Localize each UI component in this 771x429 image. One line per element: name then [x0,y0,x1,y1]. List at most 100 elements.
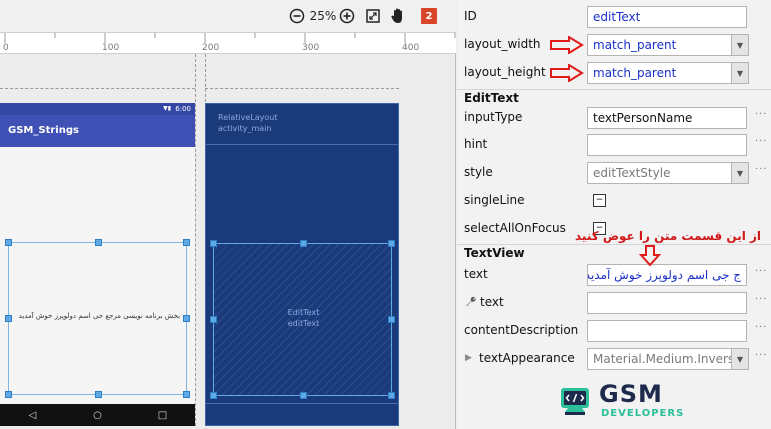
prop-label: inputType [464,110,523,124]
resize-handle[interactable] [183,239,190,246]
expand-arrow-icon[interactable]: ▶ [465,353,472,363]
resize-handle[interactable] [210,392,217,399]
chevron-down-icon[interactable]: ▼ [732,62,749,84]
layout-editor: 25% 2 0 100 200 300 400 ▼▮ 6:00 GSM_Stri… [0,0,771,429]
home-icon[interactable]: ○ [83,410,113,421]
prop-layout-width-row: layout_width match_parent ▼ [457,31,771,59]
pan-button[interactable] [389,7,407,25]
zoom-out-button[interactable] [288,7,306,25]
blueprint-divider [206,144,398,145]
prop-text-row: text ج جی اسم دولوپرز خوش آمدید ··· [457,261,771,289]
ruler-tick-label: 0 [3,43,9,53]
tools-text-field[interactable] [587,292,747,314]
logo-brand: GSM [599,380,663,408]
more-icon[interactable]: ··· [755,136,768,147]
red-arrow-icon [550,36,584,54]
status-time: 6:00 [175,105,191,113]
prop-id-row: ID editText [457,3,771,31]
more-icon[interactable]: ··· [755,266,768,277]
guide-line [0,88,195,89]
wifi-battery-icon: ▼▮ [163,105,171,112]
fit-screen-button[interactable] [364,7,382,25]
more-icon[interactable]: ··· [755,109,768,120]
style-select[interactable]: editTextStyle [587,162,732,184]
prop-contentdescription-row: contentDescription ··· [457,317,771,345]
resize-handle[interactable] [5,391,12,398]
prop-label: layout_width [464,37,541,51]
layout-id: activity_main [218,124,272,133]
prop-label: textAppearance [479,351,575,365]
resize-handle[interactable] [95,391,102,398]
prop-tools-text-row: text ··· [457,289,771,317]
resize-handle[interactable] [5,315,12,322]
blueprint-preview[interactable]: RelativeLayout activity_main EditText ed… [205,103,399,426]
prop-label: hint [464,137,488,151]
more-icon[interactable]: ··· [755,294,768,305]
resize-handle[interactable] [183,391,190,398]
ruler-tick-label: 400 [402,43,420,53]
device-preview[interactable]: ▼▮ 6:00 GSM_Strings به بخش برنامه نویسی … [0,103,195,426]
id-field[interactable]: editText [587,6,747,28]
wrench-icon [466,296,476,306]
divider [457,89,771,90]
fit-screen-icon [366,9,380,23]
prop-label: layout_height [464,65,546,79]
blueprint-widget-label: EditText editText [214,307,393,329]
prop-layout-height-row: layout_height match_parent ▼ [457,59,771,87]
resize-handle[interactable] [300,392,307,399]
chevron-down-icon[interactable]: ▼ [732,34,749,56]
chevron-down-icon[interactable]: ▼ [732,348,749,370]
prop-label: text [480,295,504,309]
status-bar: ▼▮ 6:00 [0,103,195,115]
resize-handle[interactable] [5,239,12,246]
resize-handle[interactable] [210,316,217,323]
design-surface: 25% 2 0 100 200 300 400 ▼▮ 6:00 GSM_Stri… [0,0,456,429]
widget-type: EditText [287,308,320,317]
prop-label: contentDescription [464,323,579,337]
resize-handle[interactable] [210,240,217,247]
back-icon[interactable]: ◁ [18,410,48,421]
hint-field[interactable] [587,134,747,156]
resize-handle[interactable] [300,240,307,247]
annotation-text: از این قسمت متن را عوض کنید [575,229,762,243]
gsm-developers-logo: GSM DEVELOPERS [557,378,687,424]
prop-style-row: style editTextStyle ▼ ··· [457,159,771,187]
logo-subtitle: DEVELOPERS [601,408,685,419]
prop-textappearance-row: ▶ textAppearance Material.Medium.Inverse… [457,345,771,373]
horizontal-ruler: 0 100 200 300 400 [0,32,456,54]
layout-height-select[interactable]: match_parent [587,62,732,84]
zoom-in-button[interactable] [338,7,356,25]
more-icon[interactable]: ··· [755,164,768,175]
textappearance-select[interactable]: Material.Medium.Inverse [587,348,732,370]
prop-label: style [464,165,493,179]
more-icon[interactable]: ··· [755,350,768,361]
plus-circle-icon [339,8,355,24]
more-icon[interactable]: ··· [755,322,768,333]
layout-type: RelativeLayout [218,113,278,122]
text-field[interactable]: ج جی اسم دولوپرز خوش آمدید [587,264,747,286]
blueprint-edittext[interactable]: EditText editText [210,240,395,399]
blueprint-root-layout: RelativeLayout activity_main [218,112,277,134]
ruler-tick-label: 100 [102,43,120,53]
recents-icon[interactable]: □ [148,410,178,421]
resize-handle[interactable] [388,316,395,323]
edittext-selection[interactable]: به بخش برنامه نویسی مرجع جی اسم دولوپرز … [5,239,190,398]
singleline-checkbox[interactable]: − [593,194,606,207]
layout-width-select[interactable]: match_parent [587,34,732,56]
resize-handle[interactable] [388,240,395,247]
divider [457,244,771,245]
zoom-level: 25% [309,9,337,23]
section-edittext: EditText [464,91,519,105]
prop-label: singleLine [464,193,525,207]
contentdescription-field[interactable] [587,320,747,342]
prop-inputtype-row: inputType textPersonName ··· [457,104,771,132]
ruler-tick-label: 300 [302,43,320,53]
inputtype-field[interactable]: textPersonName [587,107,747,129]
resize-handle[interactable] [95,239,102,246]
resize-handle[interactable] [183,315,190,322]
chevron-down-icon[interactable]: ▼ [732,162,749,184]
zoom-toolbar: 25% 2 [0,0,456,32]
resize-handle[interactable] [388,392,395,399]
error-count-badge[interactable]: 2 [421,8,437,24]
red-arrow-icon [550,64,584,82]
